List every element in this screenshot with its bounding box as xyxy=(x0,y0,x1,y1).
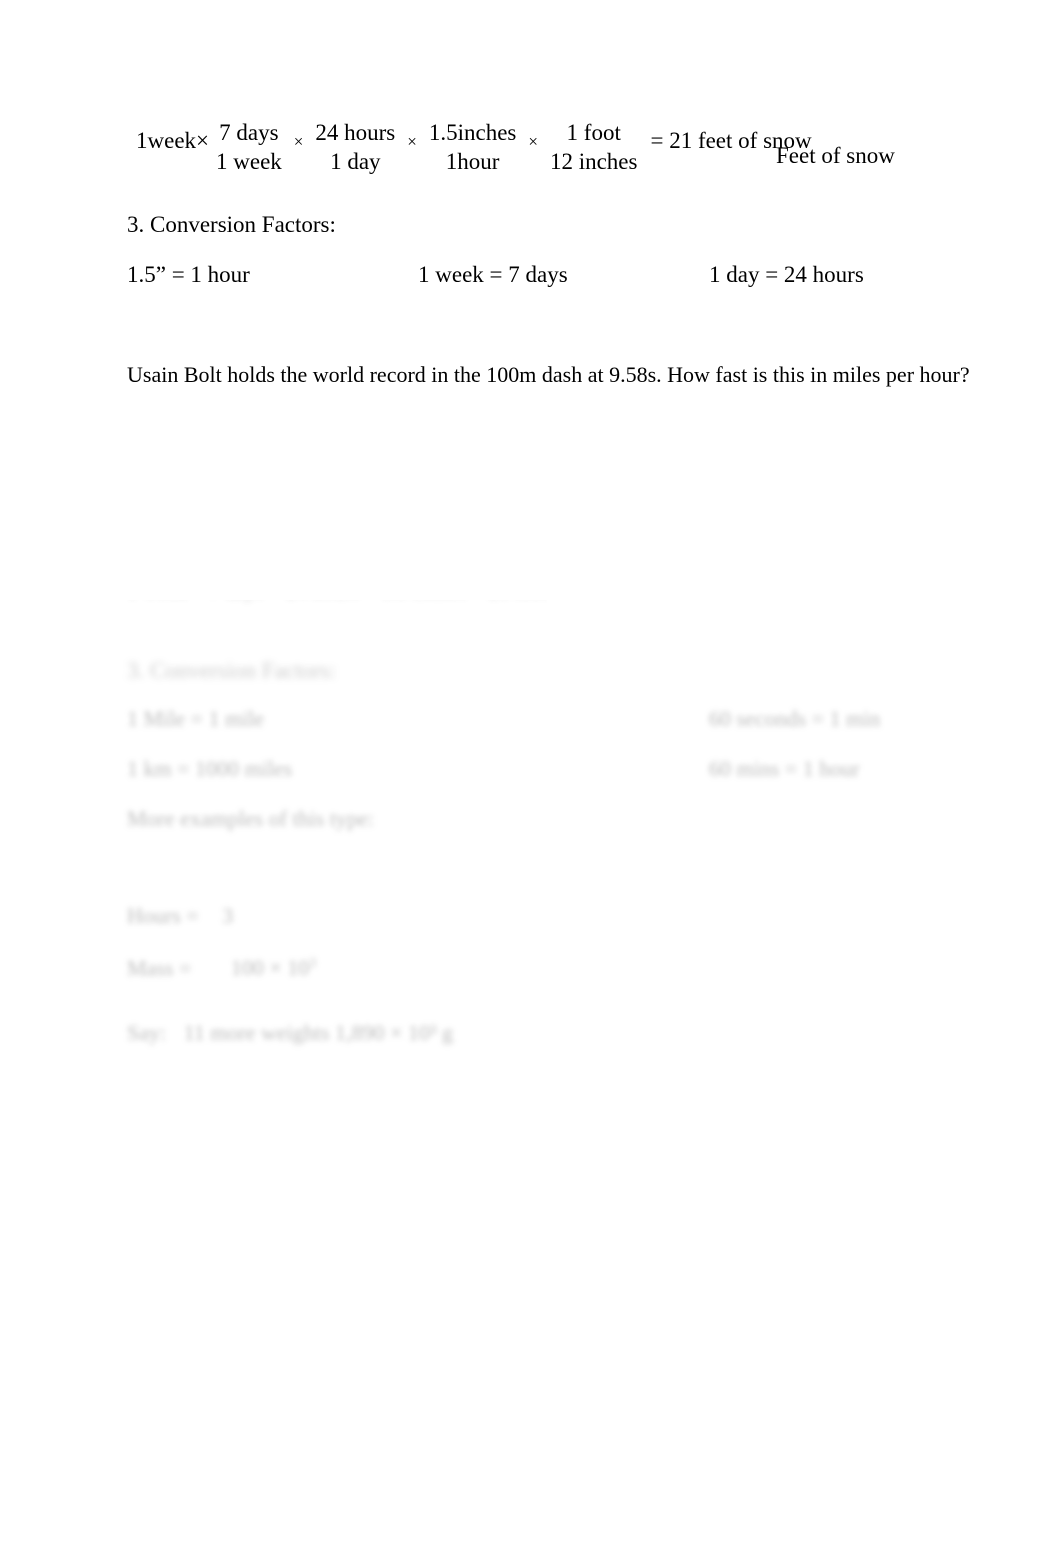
faded-answer-line-3: Say: 11 more weights 1,890 × 10³ g xyxy=(127,1020,453,1046)
faded-answer-value-3: 11 more weights 1,890 × 10³ g xyxy=(183,1020,453,1045)
faded-note-text: More examples of this type: xyxy=(127,806,374,831)
faded-answer-exponent-2: 3 xyxy=(309,955,317,970)
conversion-factor-1: 1.5” = 1 hour xyxy=(127,262,250,287)
word-problem-text: Usain Bolt holds the world record in the… xyxy=(127,362,970,387)
faded-answer-line-2: Mass = 100 × 103 xyxy=(127,955,316,981)
dimensional-analysis-equation: 1week× 7 days 1 week × 24 hours 1 day × … xyxy=(136,118,812,177)
conversion-fraction-1: 7 days 1 week xyxy=(209,118,289,177)
faded-answer-value-2: 100 × 10 xyxy=(230,955,310,981)
faded-answer-label-3: Say: xyxy=(127,1020,167,1045)
conversion-fraction-4: 1 foot 12 inches xyxy=(543,118,645,177)
faded-clipped-line-clip: 1 week × 7 days × 24 hours × 1.5 inches … xyxy=(127,600,547,616)
fraction-denominator: 1hour xyxy=(445,149,500,175)
faded-conversion-heading: 3. Conversion Factors: xyxy=(127,658,336,683)
faded-clipped-line: 1 week × 7 days × 24 hours × 1.5 inches … xyxy=(127,600,546,603)
multiply-icon-2: × xyxy=(407,131,417,151)
faded-conversion-factor-left-2: 1 km = 1000 miles xyxy=(127,756,293,781)
fraction-numerator: 24 hours xyxy=(315,120,396,145)
faded-conversion-factor-left-1: 1 Mile = 1 mile xyxy=(127,706,265,731)
fraction-denominator: 1 week xyxy=(216,149,282,175)
faded-conversion-factor-right-2: 60 mins = 1 hour xyxy=(709,756,860,781)
fraction-numerator: 7 days xyxy=(219,120,279,145)
equation-trailing-label: Feet of snow xyxy=(776,143,895,168)
faded-answer-line-1: Hours = 3 xyxy=(127,903,233,929)
fraction-denominator: 1 day xyxy=(330,149,381,175)
faded-answer-value-1: 3 xyxy=(222,903,234,928)
conversion-factors-heading: 3. Conversion Factors: xyxy=(127,212,336,237)
multiply-icon-1: × xyxy=(293,131,304,151)
fraction-numerator: 1 foot xyxy=(566,120,621,145)
conversion-fraction-3: 1.5inches 1hour xyxy=(422,118,524,177)
conversion-factor-2: 1 week = 7 days xyxy=(418,262,568,287)
multiply-icon-3: × xyxy=(528,131,538,151)
conversion-factor-3: 1 day = 24 hours xyxy=(709,262,864,287)
conversion-fraction-2: 24 hours 1 day xyxy=(308,118,402,177)
faded-conversion-factor-right-1: 60 seconds = 1 min xyxy=(709,706,881,731)
faded-answer-label-1: Hours = xyxy=(127,903,199,928)
fraction-numerator: 1.5inches xyxy=(428,120,517,145)
equation-lead-term: 1week× xyxy=(136,128,209,154)
document-page: 1week× 7 days 1 week × 24 hours 1 day × … xyxy=(0,0,1062,1561)
faded-answer-label-2: Mass = xyxy=(127,955,192,981)
fraction-denominator: 12 inches xyxy=(549,149,638,175)
conversion-factors-row: 1.5” = 1 hour 1 week = 7 days 1 day = 24… xyxy=(0,262,1062,292)
